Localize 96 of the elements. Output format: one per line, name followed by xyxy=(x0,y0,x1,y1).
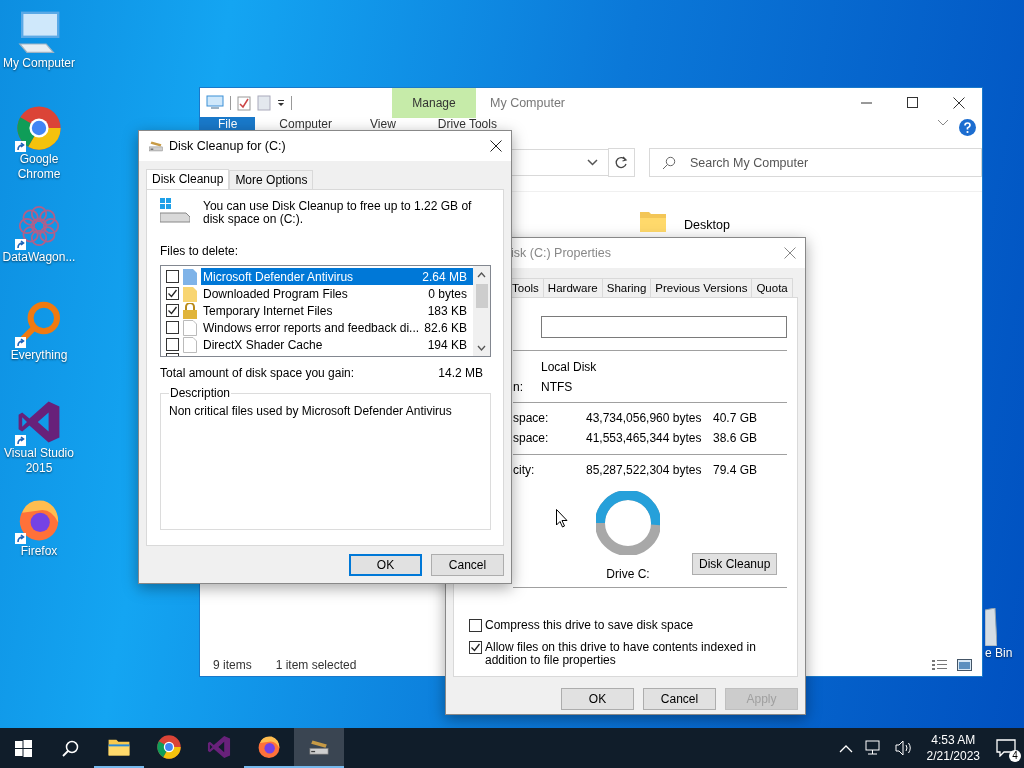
properties-check-icon[interactable] xyxy=(237,95,251,111)
field-label: space: xyxy=(513,411,550,425)
checkbox-label[interactable]: Compress this drive to save disk space xyxy=(485,619,694,632)
size-value: 40.7 GB xyxy=(713,411,758,425)
chrome-icon xyxy=(15,104,63,152)
file-system-value: NTFS xyxy=(541,380,573,394)
taskbar-app-button[interactable] xyxy=(294,728,344,768)
large-icons-view-icon[interactable] xyxy=(957,659,972,671)
file-icon xyxy=(183,336,197,353)
chevron-down-icon[interactable] xyxy=(937,119,949,127)
file-list-row[interactable]: Downloaded Program Files 0 bytes xyxy=(201,285,473,302)
ribbon-tab[interactable]: File xyxy=(200,117,256,131)
group-legend: Description xyxy=(169,386,232,400)
volume-icon[interactable] xyxy=(894,740,913,756)
files-label: Files to delete: xyxy=(160,244,240,258)
search-icon[interactable] xyxy=(61,739,79,757)
windows-logo-icon[interactable] xyxy=(14,739,32,757)
search-field[interactable]: Search My Computer xyxy=(648,148,982,177)
dialog-button[interactable]: Cancel xyxy=(643,688,716,710)
checkbox[interactable] xyxy=(469,641,482,654)
size-value: 38.6 GB xyxy=(713,431,758,445)
file-list-row[interactable]: DirectX Shader Cache 194 KB xyxy=(201,336,473,353)
context-tab-header: Manage xyxy=(392,88,476,118)
checkbox[interactable] xyxy=(166,338,179,351)
drive-label: Drive C: xyxy=(606,567,650,581)
intro-text: You can use Disk Cleanup to free up to 1.22 GB of disk space on (C:). xyxy=(203,200,473,226)
size-value: 79.4 GB xyxy=(713,463,758,477)
scroll-thumb[interactable] xyxy=(475,284,488,308)
chevron-up-icon[interactable] xyxy=(838,743,853,753)
total-value: 14.2 MB xyxy=(438,366,483,380)
dialog-button[interactable]: Cancel xyxy=(431,554,504,576)
window-title: Disk Cleanup for (C:) xyxy=(169,139,286,153)
maximize-icon[interactable] xyxy=(907,97,919,109)
clock-date[interactable]: 2/21/2023 xyxy=(926,748,980,764)
bytes-value: 43,734,056,960 bytes xyxy=(586,411,703,425)
bytes-value: 41,553,465,344 bytes xyxy=(586,431,703,445)
checkbox[interactable] xyxy=(166,304,179,317)
notification-count: 4 xyxy=(1009,750,1021,762)
cursor-icon xyxy=(556,509,568,528)
recycle-bin-icon[interactable] xyxy=(985,608,997,646)
file-icon xyxy=(183,319,197,336)
description-text: Non critical files used by Microsoft Defender Antivirus xyxy=(169,404,452,418)
folder-icon xyxy=(183,285,197,302)
lock-icon xyxy=(183,302,197,319)
field-label: city: xyxy=(513,463,536,477)
total-label: Total amount of disk space you gain: xyxy=(160,366,355,380)
tab[interactable]: Quota xyxy=(751,278,793,297)
search-icon xyxy=(661,155,676,170)
dropdown-icon[interactable] xyxy=(277,99,285,107)
desktop-icon-label[interactable]: e Bin xyxy=(985,646,1013,661)
dialog-button[interactable]: OK xyxy=(349,554,422,576)
clock-time[interactable]: 4:53 AM xyxy=(931,732,976,748)
refresh-button[interactable] xyxy=(607,148,635,177)
usage-donut-drawing xyxy=(596,491,660,555)
checkbox[interactable] xyxy=(166,287,179,300)
notifications-icon[interactable] xyxy=(996,739,1016,757)
window-title: My Computer xyxy=(490,96,566,110)
checkbox-label[interactable]: Allow files on this drive to have contents indexed in addition to file properties xyxy=(485,641,789,667)
field-label: space: xyxy=(513,431,550,445)
help-icon[interactable] xyxy=(959,119,976,136)
file-list-row[interactable]: Microsoft Defender Antivirus 2.64 MB xyxy=(201,268,473,285)
chevron-down-icon[interactable] xyxy=(586,159,598,166)
file-list-row[interactable]: Temporary Internet Files 183 KB xyxy=(201,302,473,319)
tab[interactable]: Disk Cleanup xyxy=(146,169,230,189)
file-list-row[interactable]: Windows error reports and feedback di... 82.6 KB xyxy=(201,319,473,336)
checkbox[interactable] xyxy=(166,321,179,334)
refresh-icon[interactable] xyxy=(614,156,628,169)
file-icon xyxy=(183,268,197,285)
infinity-logo-icon xyxy=(206,734,232,760)
drive-type-value: Local Disk xyxy=(541,360,597,374)
fox-globe-icon xyxy=(256,734,282,760)
ribbon-tab[interactable]: Drive Tools xyxy=(423,117,511,131)
input-field[interactable] xyxy=(541,316,787,338)
tab[interactable]: Sharing xyxy=(601,278,652,297)
checkbox[interactable] xyxy=(469,619,482,632)
ribbon-tab[interactable]: View xyxy=(356,117,410,131)
close-icon[interactable] xyxy=(953,97,965,109)
drive-icon xyxy=(160,198,190,224)
details-view-icon[interactable] xyxy=(932,659,947,671)
scrollbar[interactable] xyxy=(473,266,490,356)
close-icon[interactable] xyxy=(490,140,502,152)
chrome-icon xyxy=(156,734,182,760)
status-text: 9 items xyxy=(213,658,252,672)
dialog-button[interactable]: OK xyxy=(561,688,634,710)
disk-cleanup-button[interactable]: Disk Cleanup xyxy=(692,553,778,575)
window-title: isk (C:) Properties xyxy=(511,246,612,260)
tab[interactable]: More Options xyxy=(229,170,314,189)
status-text: 1 item selected xyxy=(275,658,357,672)
folder-label[interactable]: Desktop xyxy=(684,218,730,232)
checkbox[interactable] xyxy=(166,270,179,283)
field-label: n: xyxy=(513,380,524,394)
network-icon[interactable] xyxy=(864,740,883,756)
bytes-value: 85,287,522,304 bytes xyxy=(586,463,703,477)
ribbon-tab[interactable]: Computer xyxy=(265,117,347,131)
scroll-up-icon[interactable] xyxy=(477,272,486,278)
scroll-down-icon[interactable] xyxy=(477,345,486,351)
